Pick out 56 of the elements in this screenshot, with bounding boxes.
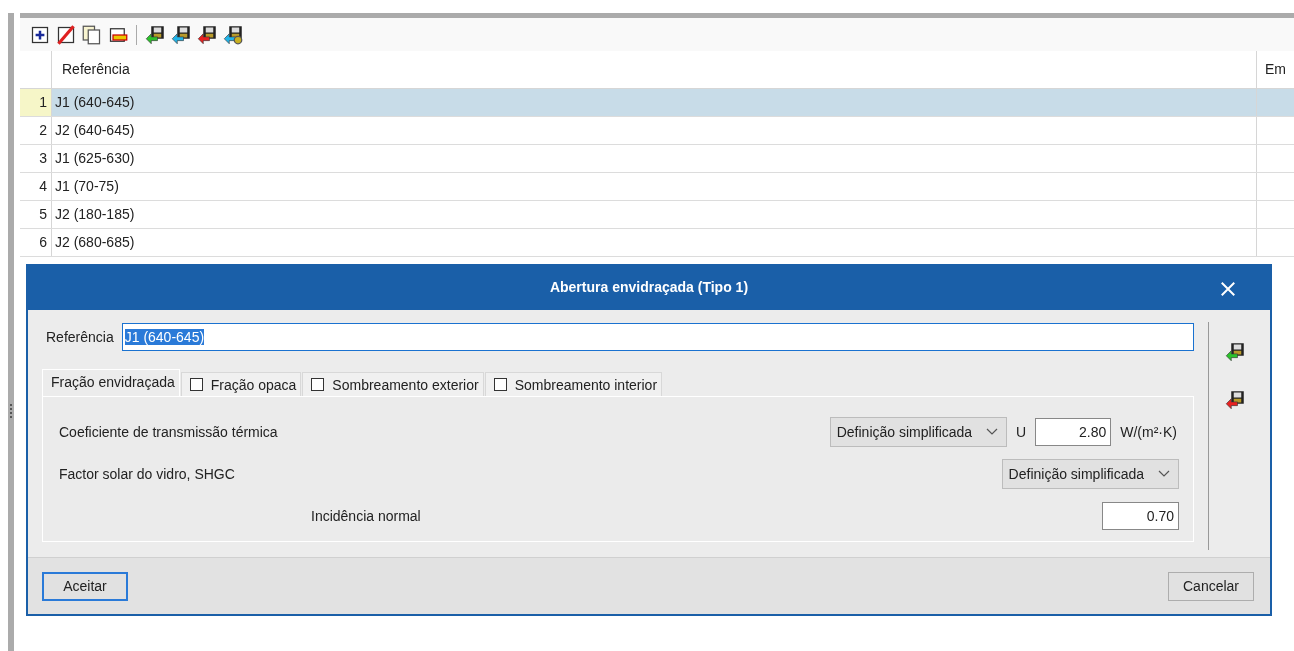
dropdown[interactable]: Definição simplificada (829, 417, 1008, 447)
tab-header[interactable]: Sombreamento exterior (302, 372, 484, 396)
accept-button[interactable]: Aceitar (42, 571, 128, 601)
reference-field[interactable]: J1 (640-645) (121, 323, 1194, 351)
tab-header[interactable]: Fração opaca (180, 372, 302, 396)
row-number: 1 (20, 89, 52, 116)
field-label: Referência (46, 329, 114, 345)
table-row[interactable]: 2 J2 (640-645) (20, 117, 1294, 145)
dropdown[interactable]: Definição simplificada (1001, 459, 1179, 489)
table-cell: J1 (70-75) (52, 173, 1257, 200)
field-label: Factor solar do vidro, SHGC (59, 466, 235, 482)
window-title: Abertura envidraçada (Tipo 1) (549, 279, 749, 295)
table-row[interactable]: 4 J1 (70-75) (20, 173, 1294, 201)
delete-icon[interactable] (56, 24, 76, 45)
table-cell: J1 (625-630) (52, 145, 1257, 172)
row-number: 5 (20, 201, 52, 228)
table-cell: J2 (680-685) (52, 229, 1257, 256)
chevron-down-icon (1158, 470, 1170, 478)
table-cell: J1 (640-645) (52, 89, 1257, 116)
discard-icon[interactable] (1224, 390, 1245, 410)
table-row[interactable]: 3 J1 (625-630) (20, 145, 1294, 173)
row-number: 2 (20, 117, 52, 144)
row-number: 6 (20, 229, 52, 256)
tab-label: Fração opaca (210, 377, 297, 393)
cancel-button[interactable]: Cancelar (1168, 571, 1254, 601)
row-number: 4 (20, 173, 52, 200)
import-icon[interactable] (145, 24, 165, 45)
export-icon[interactable] (197, 24, 217, 45)
row-number: 3 (20, 145, 52, 172)
table-cell: J2 (180-185) (52, 201, 1257, 228)
field-label: Incidência normal (311, 508, 421, 524)
table-row[interactable]: 5 J2 (180-185) (20, 201, 1294, 229)
tab[interactable]: Fração envidraçada (42, 369, 180, 396)
settings-icon[interactable] (223, 24, 243, 45)
u-value-field[interactable]: 2.80 (1035, 418, 1112, 446)
add-document-icon[interactable] (30, 24, 50, 45)
checkbox[interactable] (189, 378, 203, 391)
checkbox[interactable] (493, 378, 507, 391)
table-row[interactable]: 6 J2 (680-685) (20, 229, 1294, 257)
unit-label: W/(m²·K) (1120, 424, 1177, 440)
column-header[interactable]: Em (1257, 51, 1294, 88)
table-cell: J2 (640-645) (52, 117, 1257, 144)
chevron-down-icon (986, 428, 999, 436)
tab-label: Sombreamento exterior (332, 377, 479, 393)
tab-label: Sombreamento interior (514, 377, 658, 393)
import-icon[interactable] (171, 24, 191, 45)
save-icon[interactable] (1224, 342, 1245, 362)
copy-icon[interactable] (82, 24, 102, 45)
field-label: U (1016, 424, 1027, 440)
value-field[interactable]: 0.70 (1102, 502, 1179, 530)
checkbox[interactable] (311, 378, 325, 391)
field-label: Coeficiente de transmissão térmica (59, 424, 278, 440)
tab-header[interactable]: Sombreamento interior (484, 372, 663, 396)
close-icon[interactable] (1218, 279, 1238, 299)
column-header[interactable]: Referência (52, 51, 1257, 88)
table-row[interactable]: 1 J1 (640-645) (20, 89, 1294, 117)
